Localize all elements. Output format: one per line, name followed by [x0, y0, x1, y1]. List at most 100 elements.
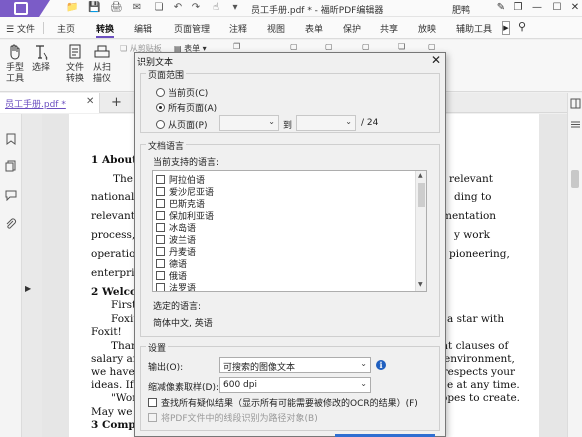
vector-text-checkbox[interactable]: 将PDF文件中的线段识别为路径对象(B) [148, 411, 318, 424]
maximize-icon[interactable]: ☐ [550, 1, 564, 15]
search-icon[interactable]: ⚲ [518, 20, 526, 33]
minimize-icon[interactable]: — [530, 1, 544, 15]
close-tab-icon[interactable]: ✕ [86, 96, 94, 107]
settings-group-label: 设置 [146, 341, 169, 354]
email-icon[interactable]: ✉ [131, 2, 143, 14]
language-option[interactable]: 法罗语 [156, 281, 196, 291]
scroll-down-icon[interactable]: ▼ [418, 281, 423, 288]
chevron-down-icon: ⌄ [360, 359, 367, 368]
doc-line: national [91, 191, 135, 203]
chevron-down-icon: ⌄ [345, 117, 352, 126]
output-select[interactable]: 可搜索的图像文本 ⌄ [219, 357, 371, 373]
tab-page-management[interactable]: 页面管理 [174, 22, 210, 35]
save-icon[interactable]: 💾 [88, 2, 100, 14]
radio-from-page[interactable]: 从页面(P) [156, 118, 207, 131]
find-suspects-checkbox[interactable]: 查找所有疑似结果（显示所有可能需要被修改的OCR的结果）(F) [148, 396, 418, 409]
tab-home[interactable]: 主页 [57, 22, 75, 35]
pages-icon[interactable] [5, 160, 17, 172]
document-tab[interactable]: 员工手册.pdf * ✕ [0, 93, 100, 113]
chevron-down-icon: ⌄ [360, 379, 367, 388]
doc-line: ding to [454, 191, 492, 203]
expand-panel-icon[interactable]: ▶ [25, 284, 31, 293]
comment-icon[interactable] [5, 189, 17, 201]
new-tab-icon[interactable]: + [111, 95, 122, 110]
downsample-select[interactable]: 600 dpi ⌄ [219, 377, 371, 393]
to-page-select[interactable]: ⌄ [296, 115, 356, 131]
active-tab-indicator [96, 36, 114, 38]
doc-line: The [113, 173, 133, 185]
doc-heading: 3 Comp [91, 419, 136, 431]
doc-line: relevant [91, 210, 135, 222]
toolbar-icon-a[interactable]: ❐ [233, 42, 240, 51]
radio-indicator[interactable] [156, 88, 165, 97]
tab-form[interactable]: 表单 [305, 22, 323, 35]
dropdown-icon[interactable]: ▾ [229, 2, 241, 14]
tab-view[interactable]: 视图 [267, 22, 285, 35]
toolbar-icon-e[interactable]: ❏ [398, 42, 405, 51]
hand-tool-button[interactable]: 手型 工具 [1, 43, 29, 85]
vertical-scrollbar[interactable] [571, 170, 579, 188]
total-pages: / 24 [361, 118, 379, 128]
folder-icon[interactable]: 📁 [66, 2, 78, 14]
hand-icon[interactable]: ☝ [210, 2, 222, 14]
print-icon[interactable]: 🖨 [110, 2, 123, 14]
info-icon[interactable]: i [376, 360, 386, 370]
page-range-label: 页面范围 [146, 68, 187, 81]
close-window-icon[interactable]: ✕ [568, 1, 582, 15]
language-group-label: 文档语言 [146, 139, 187, 152]
selected-languages-value: 简体中文, 英语 [153, 319, 213, 329]
from-scanner-button[interactable]: 从扫 描仪 [88, 43, 116, 85]
toolbar-icon-d[interactable]: ▢ [362, 42, 370, 51]
toolbar-icon-c[interactable]: ▢ [325, 42, 333, 51]
tab-slideshow[interactable]: 放映 [418, 22, 436, 35]
radio-indicator[interactable] [156, 120, 165, 129]
radio-current-page[interactable]: 当前页(C) [156, 86, 208, 99]
doc-line: a star with [447, 313, 505, 325]
checkbox[interactable] [148, 413, 157, 422]
doc-line: mentation [442, 210, 497, 222]
user-name[interactable]: 肥鸭 [452, 3, 470, 16]
restore-icon[interactable]: ❐ [511, 1, 525, 15]
doc-line: y work [454, 229, 490, 241]
supported-languages-label: 当前支持的语言: [153, 158, 220, 168]
scroll-thumb[interactable] [418, 183, 425, 207]
page-range-group: 页面范围 当前页(C) 所有页面(A) 从页面(P) ⌄ 到 ⌄ / 24 [140, 68, 440, 133]
file-menu[interactable]: ☰ 文件 [6, 22, 35, 35]
redo-icon[interactable]: ↷ [190, 2, 202, 14]
toolbar-icon-b[interactable]: ▢ [290, 42, 298, 51]
chevron-down-icon: ⌄ [268, 117, 275, 126]
dialog-close-icon[interactable]: ✕ [431, 53, 441, 67]
panel-toggle-icon[interactable] [570, 98, 581, 109]
hand-icon [10, 44, 20, 60]
settings-icon[interactable]: ✎ [494, 1, 508, 15]
language-list-scrollbar[interactable]: ▲ ▼ [415, 171, 426, 291]
tab-edit[interactable]: 编辑 [134, 22, 152, 35]
more-tabs-icon[interactable]: ▶ [502, 21, 510, 35]
tab-convert[interactable]: 转换 [96, 22, 114, 35]
dialog-title: 识别文本 [137, 58, 174, 68]
checkbox[interactable] [148, 398, 157, 407]
file-convert-button[interactable]: 文件 转换 [61, 43, 89, 85]
undo-icon[interactable]: ↶ [172, 2, 184, 14]
language-list[interactable]: 阿拉伯语 爱沙尼亚语 巴斯克语 保加利亚语 冰岛语 波兰语 丹麦语 德语 俄语 … [152, 170, 427, 292]
tab-share[interactable]: 共享 [380, 22, 398, 35]
attachment-icon[interactable] [5, 218, 17, 230]
downsample-label: 缩减像素取样(D): [148, 383, 219, 393]
radio-indicator-selected[interactable] [156, 103, 165, 112]
copy-icon[interactable]: ❏ [153, 2, 165, 14]
scanner-icon [94, 45, 110, 58]
doc-heading: 2 Welco [91, 286, 137, 298]
toolbar-icon-f[interactable]: ▢ [428, 42, 436, 51]
left-panel-toggle[interactable] [22, 114, 42, 437]
scroll-up-icon[interactable]: ▲ [418, 172, 423, 179]
select-tool-button[interactable]: 选择 [27, 43, 55, 74]
tab-protect[interactable]: 保护 [343, 22, 361, 35]
bookmark-icon[interactable] [5, 133, 17, 145]
app-logo [0, 0, 50, 17]
tab-comment[interactable]: 注释 [229, 22, 247, 35]
tab-accessibility[interactable]: 辅助工具 [456, 22, 492, 35]
from-page-select[interactable]: ⌄ [219, 115, 279, 131]
doc-line: e at any time. [447, 379, 520, 391]
properties-icon[interactable] [570, 119, 581, 130]
radio-all-pages[interactable]: 所有页面(A) [156, 101, 217, 114]
